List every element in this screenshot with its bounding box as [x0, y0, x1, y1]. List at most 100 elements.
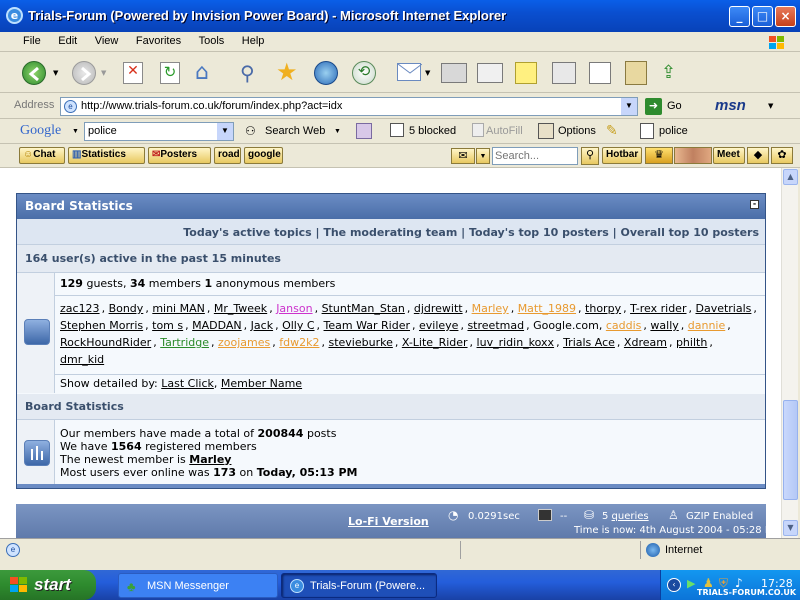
home-icon[interactable]: ⌂ — [195, 61, 219, 85]
member-link[interactable]: Tartridge — [160, 336, 209, 349]
hotmail-dropdown-icon[interactable]: ▼ — [476, 148, 490, 164]
category-links[interactable]: Today's active topics | The moderating t… — [17, 219, 765, 245]
maximize-button[interactable]: □ — [752, 6, 773, 27]
forward-icon[interactable] — [72, 61, 96, 85]
member-link[interactable]: tom s — [152, 319, 183, 332]
member-link[interactable]: X-Lite_Rider — [402, 336, 468, 349]
edit-icon[interactable] — [477, 63, 503, 83]
msn-logo[interactable]: msn — [715, 97, 746, 114]
scroll-down-icon[interactable]: ▼ — [783, 520, 798, 536]
menu-edit[interactable]: Edit — [51, 32, 84, 47]
crown-icon[interactable]: ♛ — [645, 147, 673, 164]
back-dropdown-icon[interactable]: ▼ — [53, 69, 58, 77]
search-icon[interactable]: ⚲ — [240, 61, 266, 85]
link-road[interactable]: road — [214, 147, 241, 164]
google-menu-icon[interactable]: ▼ — [72, 128, 79, 135]
tray-expand-icon[interactable]: ‹ — [667, 578, 681, 592]
copy-icon[interactable] — [589, 62, 611, 84]
google-search-input[interactable]: police ▼ — [84, 122, 234, 141]
blocked-count[interactable]: 5 blocked — [409, 125, 456, 137]
scroll-thumb[interactable] — [783, 400, 798, 500]
msn-dropdown-icon[interactable]: ▼ — [768, 102, 773, 110]
menu-help[interactable]: Help — [235, 32, 272, 47]
stop-icon[interactable]: ✕ — [123, 62, 143, 84]
member-link[interactable]: wally — [650, 319, 678, 332]
member-link[interactable]: zac123 — [60, 302, 100, 315]
member-link[interactable]: Trials Ace — [563, 336, 615, 349]
hotmail-envelope-icon[interactable]: ✉ — [451, 148, 475, 164]
link-statistics[interactable]: ▥Statistics — [68, 147, 145, 164]
member-link[interactable]: stevieburke — [328, 336, 392, 349]
member-link[interactable]: djdrewitt — [414, 302, 463, 315]
back-icon[interactable] — [22, 61, 46, 85]
diamond-icon[interactable]: ◆ — [747, 147, 769, 164]
task-msn-messenger[interactable]: ♣ MSN Messenger — [118, 573, 278, 598]
member-link[interactable]: Marley — [472, 302, 509, 315]
google-dropdown-icon[interactable]: ▼ — [217, 123, 233, 140]
minimize-button[interactable]: _ — [729, 6, 750, 27]
member-link[interactable]: Mr_Tweek — [214, 302, 267, 315]
member-link[interactable]: philth — [676, 336, 707, 349]
msn-search-icon[interactable]: ⚲ — [581, 147, 599, 165]
menu-favorites[interactable]: Favorites — [129, 32, 188, 47]
member-link[interactable]: Team War Rider — [324, 319, 410, 332]
search-web-button[interactable]: Search Web — [265, 125, 325, 137]
tools-icon[interactable]: ⇪ — [661, 62, 683, 84]
history-icon[interactable]: ⟲ — [352, 61, 376, 85]
member-link[interactable]: zoojames — [218, 336, 270, 349]
flower-icon[interactable]: ✿ — [771, 147, 793, 164]
member-link[interactable]: Davetrials — [695, 302, 751, 315]
close-button[interactable]: × — [775, 6, 796, 27]
member-link[interactable]: RockHoundRider — [60, 336, 151, 349]
member-link[interactable]: MADDAN — [192, 319, 242, 332]
tray-play-icon[interactable]: ▶ — [687, 577, 695, 590]
last-click-link[interactable]: Last Click — [161, 377, 214, 390]
mail-icon[interactable] — [397, 63, 423, 81]
favorites-star-icon[interactable]: ★ — [276, 58, 302, 86]
member-link[interactable]: mini MAN — [152, 302, 205, 315]
mail-dropdown-icon[interactable]: ▼ — [425, 69, 430, 77]
member-link[interactable]: Xdream — [624, 336, 667, 349]
member-link[interactable]: Bondy — [109, 302, 144, 315]
google-logo[interactable]: Google — [20, 123, 61, 139]
member-link[interactable]: Matt_1989 — [518, 302, 576, 315]
hotbar-button[interactable]: Hotbar — [602, 147, 642, 164]
menu-tools[interactable]: Tools — [192, 32, 232, 47]
go-arrow-icon[interactable]: ➜ — [645, 98, 662, 115]
queries-link[interactable]: queries — [612, 511, 649, 522]
member-link[interactable]: luv_ridin_koxx — [477, 336, 555, 349]
options-button[interactable]: Options — [558, 125, 596, 137]
window-titlebar[interactable]: e Trials-Forum (Powered by Invision Powe… — [0, 0, 800, 32]
faces-image[interactable] — [674, 147, 712, 164]
member-link[interactable]: fdw2k2 — [279, 336, 319, 349]
media-globe-icon[interactable] — [314, 61, 338, 85]
member-link[interactable]: streetmad — [467, 319, 524, 332]
address-dropdown-icon[interactable]: ▼ — [621, 98, 637, 115]
pagerank-icon[interactable] — [356, 123, 372, 139]
msn-search-input[interactable] — [492, 147, 578, 165]
meet-button[interactable]: Meet — [713, 147, 745, 164]
start-button[interactable]: start — [0, 570, 96, 600]
note-icon[interactable] — [515, 62, 537, 84]
member-link[interactable]: StuntMan_Stan — [322, 302, 405, 315]
menu-file[interactable]: File — [16, 32, 48, 47]
collapse-icon[interactable]: - — [750, 200, 759, 209]
member-link[interactable]: Stephen Morris — [60, 319, 143, 332]
member-link[interactable]: Janson — [276, 302, 312, 315]
member-link[interactable]: caddis — [606, 319, 642, 332]
messenger-icon[interactable] — [552, 62, 576, 84]
member-link[interactable]: T-rex rider — [630, 302, 686, 315]
scroll-up-icon[interactable]: ▲ — [783, 169, 798, 185]
link-google[interactable]: google — [244, 147, 283, 164]
newest-member-link[interactable]: Marley — [189, 453, 231, 466]
member-name-link[interactable]: Member Name — [221, 377, 302, 390]
refresh-icon[interactable]: ↻ — [160, 62, 180, 84]
search-term-button[interactable]: police — [659, 125, 688, 137]
go-button[interactable]: Go — [667, 100, 682, 112]
forward-dropdown-icon[interactable]: ▼ — [101, 69, 106, 77]
member-link[interactable]: Olly C — [282, 319, 314, 332]
menu-view[interactable]: View — [88, 32, 126, 47]
task-trials-forum[interactable]: e Trials-Forum (Powere... — [281, 573, 437, 598]
link-posters[interactable]: ✉Posters — [148, 147, 211, 164]
autofill-button[interactable]: AutoFill — [486, 125, 523, 137]
